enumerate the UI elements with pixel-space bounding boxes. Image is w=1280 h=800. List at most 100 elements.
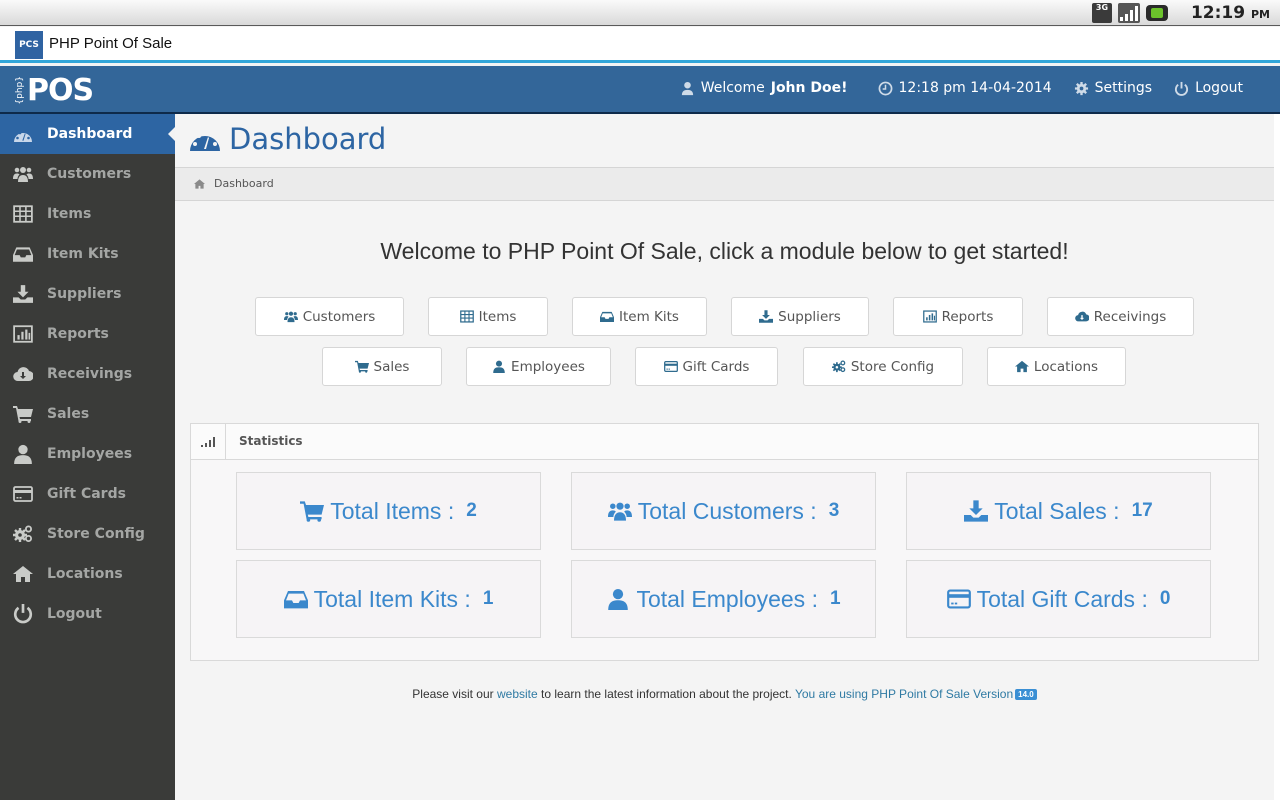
sidebar-item-dashboard[interactable]: Dashboard: [0, 114, 175, 154]
sidebar-item-suppliers[interactable]: Suppliers: [0, 274, 175, 314]
users-icon: [13, 164, 33, 184]
sidebar-item-label: Employees: [47, 446, 133, 462]
statistics-title: Statistics: [239, 434, 303, 448]
module-button-reports[interactable]: Reports: [893, 297, 1023, 336]
power-icon: [13, 604, 33, 624]
system-status-bar: 3G 12:19 PM: [0, 0, 1280, 26]
module-button-receivings[interactable]: Receivings: [1047, 297, 1194, 336]
user-icon: [13, 444, 33, 464]
stat-label: Total Gift Cards :: [976, 585, 1148, 612]
module-button-customers[interactable]: Customers: [255, 297, 404, 336]
sidebar-item-label: Suppliers: [47, 286, 122, 302]
users-icon: [283, 310, 298, 323]
home-icon: [194, 179, 205, 189]
app-title-bar: PCS PHP Point Of Sale: [0, 27, 1280, 63]
credit-card-icon: [13, 484, 33, 504]
stat-total-employees: Total Employees : 1: [571, 560, 876, 638]
version-link[interactable]: You are using PHP Point Of Sale Version: [795, 687, 1013, 701]
pos-logo[interactable]: {php} POS: [15, 73, 94, 108]
module-button-item-kits[interactable]: Item Kits: [572, 297, 707, 336]
website-link[interactable]: website: [497, 687, 538, 701]
welcome-message: Welcome to PHP Point Of Sale, click a mo…: [380, 238, 1069, 264]
datetime: 12:18 pm 14-04-2014: [878, 80, 1052, 96]
cloud-download-icon: [13, 364, 33, 384]
sidebar-item-label: Items: [47, 206, 92, 222]
module-button-store-config[interactable]: Store Config: [803, 347, 963, 386]
sidebar-item-items[interactable]: Items: [0, 194, 175, 234]
download-icon: [759, 310, 774, 323]
sidebar: Dashboard Customers Items Item Kits Supplier…: [0, 114, 175, 800]
stat-value: 2: [466, 500, 477, 521]
network-3g-icon: 3G: [1092, 3, 1112, 23]
stat-total-gift-cards: Total Gift Cards : 0: [906, 560, 1211, 638]
stat-total-sales: Total Sales : 17: [906, 472, 1211, 550]
stat-value: 1: [482, 588, 494, 609]
sidebar-item-employees[interactable]: Employees: [0, 434, 175, 474]
cogs-icon: [831, 360, 846, 373]
app-title: PHP Point Of Sale: [49, 35, 173, 52]
version-badge: 14.0: [1015, 689, 1037, 701]
breadcrumb-item[interactable]: Dashboard: [214, 177, 274, 190]
battery-icon: [1146, 5, 1168, 21]
stat-total-item-kits: Total Item Kits : 1: [236, 560, 541, 638]
module-button-locations[interactable]: Locations: [987, 347, 1126, 386]
settings-link[interactable]: Settings: [1074, 80, 1152, 96]
stat-label: Total Items :: [330, 497, 455, 524]
home-icon: [1014, 360, 1029, 373]
stat-label: Total Item Kits :: [313, 585, 471, 612]
scrollbar[interactable]: [1274, 114, 1280, 800]
stat-label: Total Employees :: [636, 585, 818, 612]
clock-icon: [878, 81, 892, 95]
shopping-cart-icon: [300, 500, 325, 522]
table-icon: [459, 310, 474, 323]
sidebar-item-item-kits[interactable]: Item Kits: [0, 234, 175, 274]
shopping-cart-icon: [13, 404, 33, 424]
cogs-icon: [13, 524, 33, 544]
sidebar-item-store-config[interactable]: Store Config: [0, 514, 175, 554]
gear-icon: [1074, 81, 1088, 95]
system-clock: 12:19 PM: [1190, 3, 1270, 23]
top-header: {php} POS Welcome John Doe! 12:18 pm 14-…: [0, 66, 1280, 114]
module-button-items[interactable]: Items: [428, 297, 548, 336]
users-icon: [607, 500, 632, 522]
shopping-cart-icon: [354, 360, 369, 373]
module-button-sales[interactable]: Sales: [322, 347, 442, 386]
sidebar-item-customers[interactable]: Customers: [0, 154, 175, 194]
logout-link[interactable]: Logout: [1174, 80, 1243, 96]
sidebar-item-gift-cards[interactable]: Gift Cards: [0, 474, 175, 514]
inbox-icon: [600, 310, 615, 323]
sidebar-item-reports[interactable]: Reports: [0, 314, 175, 354]
power-icon: [1175, 81, 1189, 96]
welcome-user: Welcome John Doe!: [680, 80, 848, 96]
sidebar-item-label: Locations: [47, 566, 123, 582]
stat-value: 3: [828, 500, 840, 521]
sidebar-item-logout[interactable]: Logout: [0, 594, 175, 634]
cloud-download-icon: [1074, 310, 1089, 323]
credit-card-icon: [946, 588, 971, 610]
stat-total-customers: Total Customers : 3: [571, 472, 876, 550]
table-icon: [13, 204, 33, 224]
user-icon: [492, 360, 506, 373]
sidebar-item-label: Dashboard: [47, 126, 133, 142]
signal-bars-icon: [191, 424, 226, 459]
stat-label: Total Customers :: [637, 497, 817, 524]
sidebar-item-locations[interactable]: Locations: [0, 554, 175, 594]
module-button-gift-cards[interactable]: Gift Cards: [635, 347, 778, 386]
inbox-icon: [283, 588, 308, 610]
credit-card-icon: [663, 360, 678, 373]
sidebar-item-label: Item Kits: [47, 246, 119, 262]
module-button-suppliers[interactable]: Suppliers: [731, 297, 869, 336]
sidebar-item-label: Logout: [47, 606, 102, 622]
sidebar-item-receivings[interactable]: Receivings: [0, 354, 175, 394]
stat-value: 17: [1131, 500, 1153, 521]
stat-value: 1: [829, 588, 841, 609]
stat-label: Total Sales :: [994, 497, 1120, 524]
module-button-employees[interactable]: Employees: [466, 347, 611, 386]
breadcrumb: Dashboard: [175, 167, 1274, 201]
stat-total-items: Total Items : 2: [236, 472, 541, 550]
home-icon: [13, 564, 33, 584]
sidebar-item-sales[interactable]: Sales: [0, 394, 175, 434]
user-icon: [681, 81, 693, 95]
header-nav: Welcome John Doe! 12:18 pm 14-04-2014 Se…: [680, 80, 1243, 96]
page-title: Dashboard: [189, 122, 386, 156]
